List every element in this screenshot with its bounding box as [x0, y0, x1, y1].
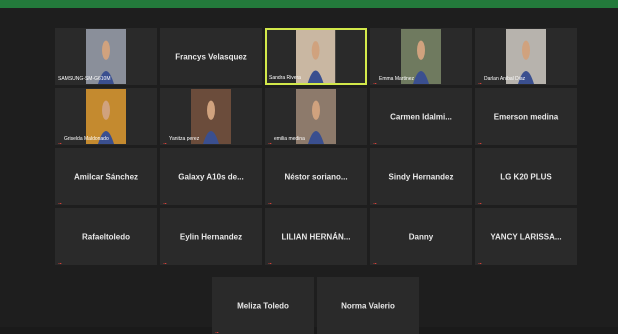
mic-muted-icon [58, 136, 63, 142]
participant-tile[interactable]: Francys Velasquez [160, 28, 262, 85]
participant-name: Francys Velasquez [161, 52, 261, 61]
participant-name-label: Sandra Rivera [269, 75, 301, 81]
participant-video [296, 30, 335, 83]
participant-tile[interactable]: Meliza Toledo [212, 277, 314, 334]
participant-name: Norma Valerio [318, 301, 418, 310]
mic-muted-icon [373, 76, 378, 82]
participant-name-label: Emma Martinez [379, 76, 414, 82]
participant-tile[interactable]: SAMSUNG-SM-G610M [55, 28, 157, 85]
mic-muted-icon [163, 136, 168, 142]
mic-muted-icon [373, 196, 378, 202]
participant-name-label: emilia medina [274, 136, 305, 142]
participant-name-label: SAMSUNG-SM-G610M [58, 76, 111, 82]
mic-muted-icon [478, 136, 483, 142]
participant-grid-last-row: Meliza Toledo Norma Valerio [212, 277, 419, 334]
participant-tile[interactable]: Norma Valerio [317, 277, 419, 334]
participant-name-label: Darlan Anibal Diaz [484, 76, 525, 82]
participant-tile[interactable]: YANCY LARISSA... [475, 208, 577, 265]
participant-tile[interactable]: Eylin Hernandez [160, 208, 262, 265]
mic-muted-icon [478, 76, 483, 82]
mic-muted-icon [268, 136, 273, 142]
meeting-top-bar [0, 0, 618, 8]
participant-name: Emerson medina [476, 112, 576, 121]
participant-name: Meliza Toledo [213, 301, 313, 310]
participant-tile[interactable]: LG K20 PLUS [475, 148, 577, 205]
mic-muted-icon [163, 196, 168, 202]
participant-name-label: Griselda Maldonado [64, 136, 109, 142]
participant-name: Eylin Hernandez [161, 232, 261, 241]
participant-name: Carmen Idalmi... [371, 112, 471, 121]
participant-tile[interactable]: Carmen Idalmi... [370, 88, 472, 145]
participant-name: LILIAN HERNÁN... [266, 232, 366, 241]
mic-muted-icon [373, 256, 378, 262]
participant-tile[interactable]: Sindy Hernandez [370, 148, 472, 205]
mic-muted-icon [373, 136, 378, 142]
mic-muted-icon [478, 256, 483, 262]
participant-name-label: Yanitza perez [169, 136, 199, 142]
gallery-stage: SAMSUNG-SM-G610M Francys Velasquez Sandra … [0, 8, 618, 327]
participant-tile[interactable]: Darlan Anibal Diaz [475, 28, 577, 85]
participant-tile[interactable]: Emerson medina [475, 88, 577, 145]
participant-tile[interactable]: Emma Martinez [370, 28, 472, 85]
participant-tile[interactable]: Yanitza perez [160, 88, 262, 145]
participant-name: Sindy Hernandez [371, 172, 471, 181]
participant-tile[interactable]: Galaxy A10s de... [160, 148, 262, 205]
mic-muted-icon [58, 196, 63, 202]
participant-tile[interactable]: emilia medina [265, 88, 367, 145]
mic-muted-icon [163, 256, 168, 262]
participant-name: Galaxy A10s de... [161, 172, 261, 181]
mic-muted-icon [215, 325, 220, 331]
participant-name: Amilcar Sánchez [56, 172, 156, 181]
participant-name: LG K20 PLUS [476, 172, 576, 181]
mic-muted-icon [268, 196, 273, 202]
participant-tile[interactable]: Sandra Rivera [265, 28, 367, 85]
participant-tile[interactable]: Amilcar Sánchez [55, 148, 157, 205]
participant-tile[interactable]: Néstor soriano... [265, 148, 367, 205]
participant-tile[interactable]: Rafaeltoledo [55, 208, 157, 265]
participant-tile[interactable]: LILIAN HERNÁN... [265, 208, 367, 265]
mic-muted-icon [478, 196, 483, 202]
mic-muted-icon [58, 256, 63, 262]
participant-tile[interactable]: Danny [370, 208, 472, 265]
participant-grid: SAMSUNG-SM-G610M Francys Velasquez Sandra … [55, 28, 580, 265]
participant-name: YANCY LARISSA... [476, 232, 576, 241]
participant-name: Rafaeltoledo [56, 232, 156, 241]
participant-tile[interactable]: Griselda Maldonado [55, 88, 157, 145]
mic-muted-icon [268, 256, 273, 262]
participant-name: Néstor soriano... [266, 172, 366, 181]
participant-name: Danny [371, 232, 471, 241]
